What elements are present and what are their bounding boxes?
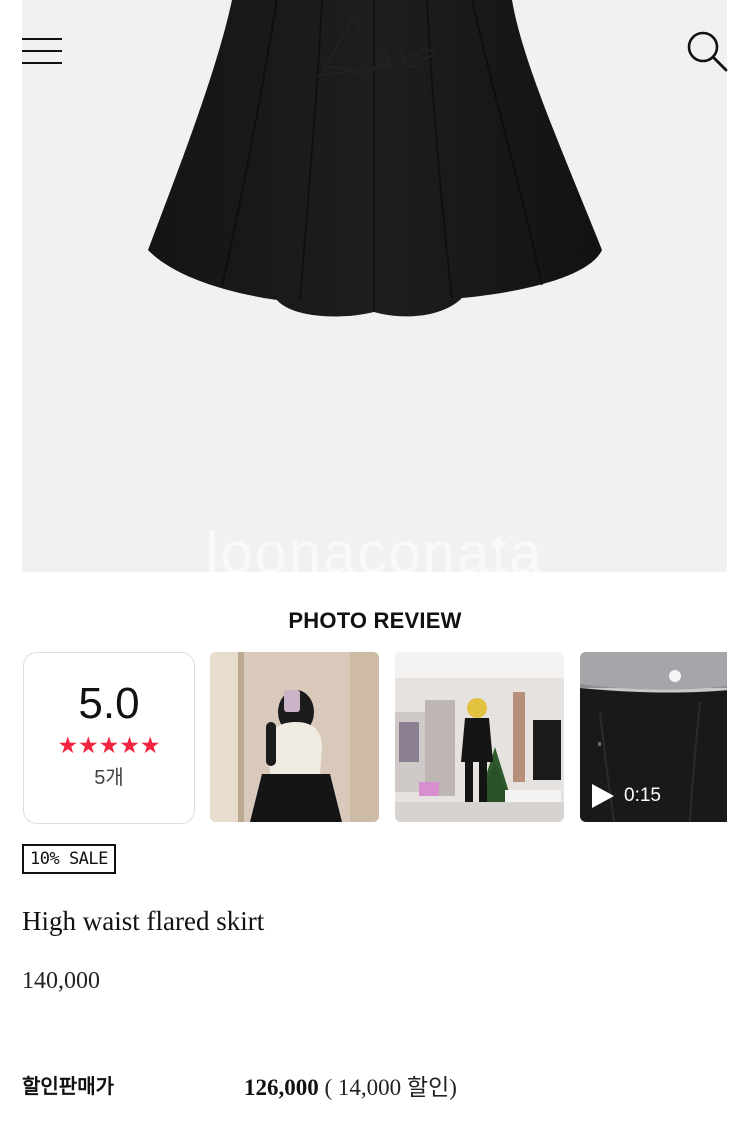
star-rating-icon: ★★★★★ xyxy=(57,732,161,758)
review-photo-thumbnail[interactable] xyxy=(395,652,564,822)
brand-logo-script xyxy=(314,19,435,77)
sale-price-row: 126,000 ( 14,000 할인) xyxy=(244,1068,457,1102)
rating-score: 5.0 xyxy=(78,679,140,728)
review-video-thumbnail[interactable]: 0:15 xyxy=(580,652,727,822)
photo-review-carousel[interactable]: 5.0 ★★★★★ 5개 0:15 xyxy=(22,652,727,824)
discount-amount: ( 14,000 할인) xyxy=(324,1075,457,1100)
video-duration: 0:15 xyxy=(624,785,661,806)
review-rating-card[interactable]: 5.0 ★★★★★ 5개 xyxy=(23,652,195,824)
review-count: 5개 xyxy=(94,767,124,789)
product-price: 140,000 xyxy=(22,968,100,994)
product-name: High waist flared skirt xyxy=(22,906,265,936)
sale-price-value: 126,000 xyxy=(244,1075,319,1100)
watermark: loonaconata xyxy=(205,521,544,572)
video-duration-badge: 0:15 xyxy=(590,782,661,810)
product-page: loonaconata PHOTO REVIEW 5.0 ★★★★★ 5개 0:… xyxy=(0,0,750,1125)
brand-logo[interactable] xyxy=(305,12,445,92)
review-photo xyxy=(210,652,379,822)
hamburger-menu-icon[interactable] xyxy=(22,38,62,66)
sale-price-label: 할인판매가 xyxy=(22,1074,114,1098)
play-icon xyxy=(592,784,614,808)
photo-review-title: PHOTO REVIEW xyxy=(288,608,462,633)
search-icon[interactable] xyxy=(684,28,730,74)
review-photo-thumbnail[interactable] xyxy=(210,652,379,822)
sale-badge: 10% SALE xyxy=(22,844,116,874)
review-photo xyxy=(395,652,564,822)
